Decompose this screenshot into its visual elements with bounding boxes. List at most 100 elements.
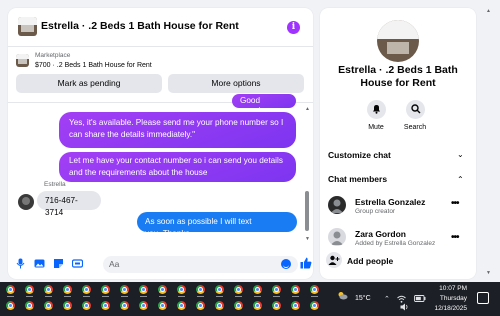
running-indicator [292, 296, 299, 297]
browser-app-icon[interactable] [44, 285, 53, 294]
temperature[interactable]: 15°C [355, 295, 371, 302]
member-name[interactable]: Estrella Gonzalez [355, 197, 425, 207]
running-indicator [273, 296, 280, 297]
browser-app-icon[interactable] [25, 285, 34, 294]
add-people-button[interactable]: Add people [347, 256, 393, 266]
chevron-down-icon[interactable]: ⌄ [457, 150, 464, 159]
message-bubble-sent: Yes, it's available. Please send me your… [59, 112, 296, 148]
clock-day[interactable]: Thursday [437, 295, 467, 302]
running-indicator [45, 296, 52, 297]
sticker-icon[interactable] [53, 258, 64, 269]
more-options-button[interactable]: More options [168, 74, 304, 93]
page-scrollbar[interactable]: ▲ ▼ [486, 8, 494, 282]
scroll-up-arrow-icon[interactable]: ▲ [486, 8, 491, 14]
marketplace-thumbnail[interactable] [16, 54, 29, 67]
mark-as-pending-button[interactable]: Mark as pending [16, 74, 162, 93]
browser-app-icon[interactable] [310, 301, 319, 310]
avatar[interactable] [18, 194, 34, 210]
running-indicator [83, 296, 90, 297]
chat-members-header[interactable]: Chat members [328, 174, 387, 184]
scroll-down-arrow-icon[interactable]: ▼ [305, 236, 310, 242]
browser-app-icon[interactable] [234, 301, 243, 310]
scroll-thumb[interactable] [305, 191, 309, 231]
running-indicator [197, 296, 204, 297]
emoji-icon[interactable] [281, 259, 291, 269]
browser-app-icon[interactable] [196, 285, 205, 294]
avatar[interactable] [328, 228, 346, 246]
listing-price[interactable]: $700 · .2 Beds 1 Bath House for Rent [35, 62, 152, 69]
chat-title[interactable]: Estrella · .2 Beds 1 Bath House for Rent [41, 20, 239, 32]
running-indicator [140, 296, 147, 297]
more-options-icon[interactable]: ••• [451, 198, 459, 209]
browser-app-icon[interactable] [158, 285, 167, 294]
sender-name: Estrella [44, 181, 66, 188]
browser-app-icon[interactable] [253, 301, 262, 310]
running-indicator [7, 296, 14, 297]
listing-thumbnail[interactable] [18, 17, 37, 36]
browser-app-icon[interactable] [215, 285, 224, 294]
weather-icon[interactable] [337, 291, 348, 300]
member-name[interactable]: Zara Gordon [355, 229, 406, 239]
thumbs-up-icon[interactable] [300, 257, 312, 269]
browser-app-icon[interactable] [25, 301, 34, 310]
browser-app-icon[interactable] [291, 301, 300, 310]
more-options-icon[interactable]: ••• [451, 232, 459, 243]
message-bubble-sent: Good morning [232, 94, 296, 115]
mute-button[interactable] [367, 100, 386, 119]
avatar[interactable] [328, 196, 346, 214]
browser-app-icon[interactable] [120, 285, 129, 294]
image-icon[interactable] [34, 258, 45, 269]
battery-icon[interactable] [414, 295, 426, 304]
browser-app-icon[interactable] [177, 285, 186, 294]
running-indicator [102, 296, 109, 297]
messenger-page: Estrella · .2 Beds 1 Bath House for Rent… [0, 0, 500, 282]
message-bubble-sent: Let me have your contact number so i can… [59, 152, 296, 182]
browser-app-icon[interactable] [158, 301, 167, 310]
browser-app-icon[interactable] [139, 285, 148, 294]
browser-app-icon[interactable] [272, 301, 281, 310]
browser-app-icon[interactable] [196, 301, 205, 310]
scroll-up-arrow-icon[interactable]: ▲ [305, 106, 310, 112]
browser-app-icon[interactable] [215, 301, 224, 310]
clock-date[interactable]: 12/18/2025 [431, 305, 467, 312]
running-indicator [121, 296, 128, 297]
browser-app-icon[interactable] [101, 285, 110, 294]
browser-app-icon[interactable] [253, 285, 262, 294]
browser-app-icon[interactable] [120, 301, 129, 310]
info-title: Estrella · .2 Beds 1 Bath House for Rent [338, 64, 458, 89]
browser-app-icon[interactable] [139, 301, 148, 310]
browser-app-icon[interactable] [291, 285, 300, 294]
browser-app-icon[interactable] [101, 301, 110, 310]
running-indicator [64, 296, 71, 297]
chevron-up-icon[interactable]: ⌃ [384, 295, 390, 303]
browser-app-icon[interactable] [82, 301, 91, 310]
add-person-icon[interactable] [326, 252, 342, 268]
chevron-up-icon[interactable]: ⌃ [457, 175, 464, 184]
browser-app-icon[interactable] [177, 301, 186, 310]
browser-app-icon[interactable] [272, 285, 281, 294]
member-role: Added by Estrella Gonzalez [355, 240, 436, 247]
browser-app-icon[interactable] [234, 285, 243, 294]
clock-time[interactable]: 10:07 PM [437, 285, 467, 292]
running-indicator [159, 296, 166, 297]
browser-app-icon[interactable] [44, 301, 53, 310]
browser-app-icon[interactable] [63, 285, 72, 294]
browser-app-icon[interactable] [310, 285, 319, 294]
volume-icon[interactable] [400, 303, 409, 313]
browser-app-icon[interactable] [6, 301, 15, 310]
listing-photo[interactable] [377, 20, 419, 62]
chat-header: Estrella · .2 Beds 1 Bath House for Rent… [8, 8, 313, 47]
member-role: Group creator [355, 208, 396, 215]
browser-app-icon[interactable] [63, 301, 72, 310]
message-input[interactable]: Aa [103, 256, 298, 273]
gif-icon[interactable] [71, 258, 84, 269]
browser-app-icon[interactable] [6, 285, 15, 294]
microphone-icon[interactable] [15, 258, 26, 269]
search-button[interactable] [406, 100, 425, 119]
browser-app-icon[interactable] [82, 285, 91, 294]
info-icon[interactable]: i [287, 21, 300, 34]
customize-chat-item[interactable]: Customize chat [328, 150, 391, 160]
scroll-down-arrow-icon[interactable]: ▼ [486, 270, 491, 276]
message-input-placeholder: Aa [109, 259, 120, 269]
notification-icon[interactable] [477, 292, 489, 304]
